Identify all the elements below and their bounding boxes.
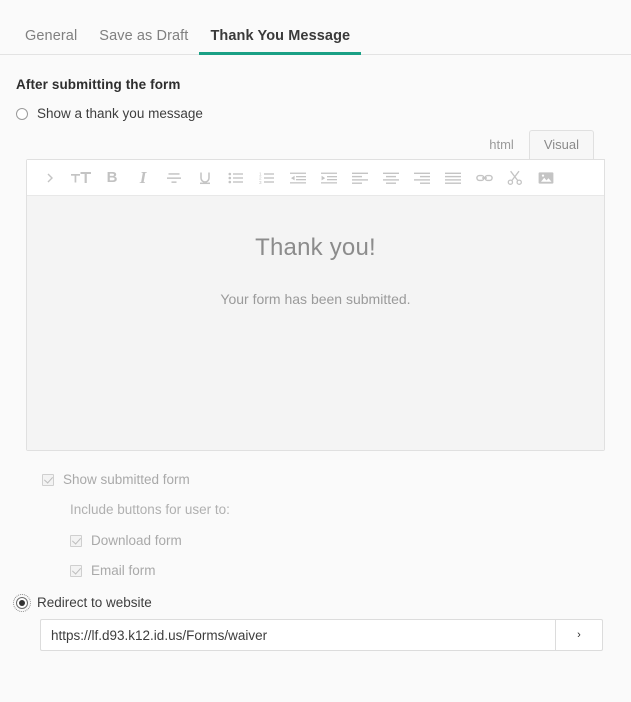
checkbox-show-submitted-form-label: Show submitted form	[63, 472, 190, 487]
radio-redirect-label: Redirect to website	[37, 595, 152, 610]
thank-you-editor: html Visual B I 1 2 3 Thank you! Your fo…	[26, 129, 605, 451]
checkbox-email-form-label: Email form	[91, 563, 156, 578]
tab-save-as-draft[interactable]: Save as Draft	[88, 28, 199, 54]
outdent-icon[interactable]	[285, 165, 311, 191]
redirect-url-input[interactable]	[40, 619, 555, 651]
editor-content-area[interactable]: Thank you! Your form has been submitted.	[27, 196, 604, 450]
submitted-form-options: Show submitted form Include buttons for …	[16, 472, 615, 578]
numbered-list-icon[interactable]: 1 2 3	[254, 165, 280, 191]
bullet-list-icon[interactable]	[223, 165, 249, 191]
section-heading: After submitting the form	[16, 77, 181, 92]
radio-redirect-indicator[interactable]	[13, 593, 31, 612]
tab-general[interactable]: General	[14, 28, 88, 54]
settings-tabbar: General Save as Draft Thank You Message	[0, 0, 631, 55]
tab-thank-you-message[interactable]: Thank You Message	[199, 28, 361, 55]
redirect-url-row: ›	[40, 619, 603, 651]
redirect-go-button[interactable]: ›	[555, 619, 603, 651]
bold-icon[interactable]: B	[99, 165, 125, 191]
checkbox-show-submitted-form[interactable]: Show submitted form	[42, 472, 615, 487]
align-right-icon[interactable]	[409, 165, 435, 191]
editor-frame: B I 1 2 3 Thank you! Your form has been …	[26, 159, 605, 451]
editor-tab-html[interactable]: html	[474, 130, 529, 159]
include-buttons-note: Include buttons for user to:	[70, 502, 230, 517]
image-icon[interactable]	[533, 165, 559, 191]
thank-you-title: Thank you!	[255, 234, 376, 261]
editor-mode-tabs: html Visual	[26, 129, 605, 159]
checkbox-download-form-label: Download form	[91, 533, 182, 548]
svg-text:3: 3	[259, 179, 262, 184]
align-center-icon[interactable]	[378, 165, 404, 191]
radio-show-message-indicator[interactable]	[16, 107, 28, 120]
underline-icon[interactable]	[192, 165, 218, 191]
editor-toolbar: B I 1 2 3	[27, 160, 604, 196]
checkbox-download-form-box[interactable]	[70, 534, 82, 547]
italic-icon[interactable]: I	[130, 165, 156, 191]
chevron-right-icon[interactable]	[37, 165, 63, 191]
radio-option-redirect[interactable]: Redirect to website	[13, 593, 615, 612]
checkbox-email-form[interactable]: Email form	[42, 563, 615, 578]
radio-option-show-message[interactable]: Show a thank you message	[16, 106, 615, 121]
font-size-icon[interactable]	[68, 165, 94, 191]
align-left-icon[interactable]	[347, 165, 373, 191]
indent-icon[interactable]	[316, 165, 342, 191]
scissors-icon[interactable]	[502, 165, 528, 191]
editor-tab-visual[interactable]: Visual	[528, 130, 594, 159]
link-icon[interactable]	[471, 165, 497, 191]
settings-panel: After submitting the form Show a thank y…	[0, 77, 631, 651]
radio-show-message-label: Show a thank you message	[37, 106, 203, 121]
strikethrough-icon[interactable]	[161, 165, 187, 191]
thank-you-subtitle: Your form has been submitted.	[220, 291, 411, 307]
checkbox-email-form-box[interactable]	[70, 564, 82, 577]
checkbox-show-submitted-form-box[interactable]	[42, 473, 54, 486]
align-justify-icon[interactable]	[440, 165, 466, 191]
checkbox-download-form[interactable]: Download form	[42, 533, 615, 548]
